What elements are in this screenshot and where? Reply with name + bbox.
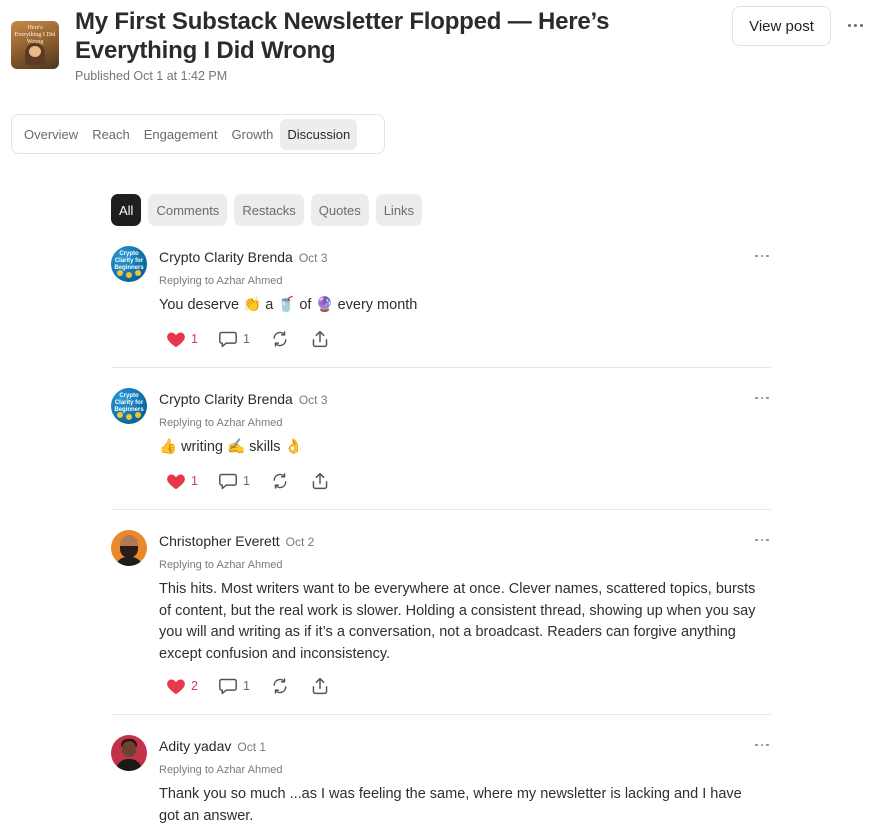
comment-author[interactable]: Crypto Clarity Brenda Oct 3	[159, 249, 328, 265]
like-button[interactable]: 1	[166, 472, 198, 490]
replying-to: Replying to Azhar Ahmed	[159, 275, 283, 287]
like-count: 1	[191, 332, 198, 346]
restack-button[interactable]	[270, 330, 290, 348]
reply-button[interactable]: 1	[218, 677, 250, 695]
more-icon	[755, 743, 769, 747]
comment-divider	[111, 367, 771, 368]
tab-overview[interactable]: Overview	[17, 119, 85, 150]
author-name[interactable]: Christopher Everett	[159, 533, 280, 549]
comment-item: Crypto Clarity for Beginners Crypto Clar…	[111, 388, 771, 498]
author-name[interactable]: Adity yadav	[159, 738, 231, 754]
comment-date: Oct 1	[237, 740, 267, 754]
avatar[interactable]	[111, 735, 147, 771]
comment-actions: 2 1	[166, 677, 350, 695]
discussion-filters: All Comments Restacks Quotes Links	[111, 194, 423, 226]
comment-item: Christopher Everett Oct 2 Replying to Azh…	[111, 530, 771, 705]
header-more-button[interactable]	[843, 15, 867, 35]
avatar[interactable]: Crypto Clarity for Beginners	[111, 388, 147, 424]
thumbnail-face	[29, 46, 41, 57]
tab-reach[interactable]: Reach	[85, 119, 137, 150]
avatar-text: Crypto Clarity for Beginners	[114, 393, 144, 413]
comment-text: 👍 writing ✍️ skills 👌	[159, 439, 303, 455]
tab-growth[interactable]: Growth	[225, 119, 281, 150]
comment-text: You deserve 👏 a 🥤 of 🔮 every month	[159, 297, 418, 313]
comment-more-button[interactable]	[753, 393, 771, 403]
share-button[interactable]	[310, 472, 330, 490]
reply-count: 1	[242, 332, 250, 346]
avatar-text: Crypto Clarity for Beginners	[114, 251, 144, 271]
filter-quotes[interactable]: Quotes	[310, 194, 369, 226]
comment-icon	[219, 331, 237, 348]
comment-more-button[interactable]	[753, 740, 771, 750]
more-icon	[755, 254, 769, 258]
more-icon	[847, 23, 863, 27]
published-date: Published Oct 1 at 1:42 PM	[75, 69, 228, 83]
heart-icon	[167, 474, 185, 490]
comment-author[interactable]: Christopher Everett Oct 2	[159, 533, 314, 549]
comment-actions: 1 1	[166, 472, 350, 490]
restack-icon	[273, 331, 287, 347]
share-button[interactable]	[310, 330, 330, 348]
more-icon	[755, 538, 769, 542]
comment-more-button[interactable]	[753, 535, 771, 545]
avatar[interactable]	[111, 530, 147, 566]
tab-discussion[interactable]: Discussion	[280, 118, 358, 150]
filter-comments[interactable]: Comments	[148, 194, 228, 226]
restack-icon	[273, 678, 287, 694]
share-icon	[312, 677, 328, 695]
restack-button[interactable]	[270, 472, 290, 490]
comment-text: Thank you so much ...as I was feeling th…	[159, 786, 742, 824]
like-count: 2	[191, 679, 198, 693]
restack-button[interactable]	[270, 677, 290, 695]
comment-icon	[219, 678, 237, 695]
comment-more-button[interactable]	[753, 251, 771, 261]
reply-count: 1	[242, 474, 250, 488]
comment-divider	[111, 509, 771, 510]
filter-all[interactable]: All	[111, 194, 142, 226]
comment-divider	[111, 714, 771, 715]
comment-item: Adity yadav Oct 1 Replying to Azhar Ahmed…	[111, 735, 771, 825]
share-button[interactable]	[310, 677, 330, 695]
heart-icon	[167, 332, 185, 348]
post-title: My First Substack Newsletter Flopped — H…	[75, 8, 610, 64]
stats-tabs: Overview Reach Engagement Growth Discuss…	[11, 114, 385, 154]
view-post-button[interactable]: View post	[732, 6, 831, 46]
reply-button[interactable]: 1	[218, 330, 250, 348]
comment-actions: 1 1	[166, 330, 350, 348]
author-name[interactable]: Crypto Clarity Brenda	[159, 249, 293, 265]
like-button[interactable]: 1	[166, 330, 198, 348]
like-button[interactable]: 2	[166, 677, 198, 695]
comment-author[interactable]: Crypto Clarity Brenda Oct 3	[159, 391, 328, 407]
comment-author[interactable]: Adity yadav Oct 1	[159, 738, 266, 754]
replying-to: Replying to Azhar Ahmed	[159, 417, 283, 429]
comment-date: Oct 2	[285, 535, 315, 549]
heart-icon	[167, 679, 185, 695]
reply-count: 1	[242, 679, 250, 693]
comment-item: Crypto Clarity for Beginners Crypto Clar…	[111, 246, 771, 356]
comment-date: Oct 3	[298, 251, 328, 265]
post-thumbnail: Here's Everything I Did Wrong	[11, 21, 59, 69]
like-count: 1	[191, 474, 198, 488]
share-icon	[312, 330, 328, 348]
avatar[interactable]: Crypto Clarity for Beginners	[111, 246, 147, 282]
more-icon	[755, 396, 769, 400]
tab-engagement[interactable]: Engagement	[137, 119, 225, 150]
restack-icon	[273, 473, 287, 489]
author-name[interactable]: Crypto Clarity Brenda	[159, 391, 293, 407]
replying-to: Replying to Azhar Ahmed	[159, 764, 283, 776]
share-icon	[312, 472, 328, 490]
comment-date: Oct 3	[298, 393, 328, 407]
filter-links[interactable]: Links	[375, 194, 423, 226]
comment-icon	[219, 473, 237, 490]
comment-text: This hits. Most writers want to be every…	[159, 581, 756, 662]
filter-restacks[interactable]: Restacks	[234, 194, 304, 226]
reply-button[interactable]: 1	[218, 472, 250, 490]
replying-to: Replying to Azhar Ahmed	[159, 559, 283, 571]
